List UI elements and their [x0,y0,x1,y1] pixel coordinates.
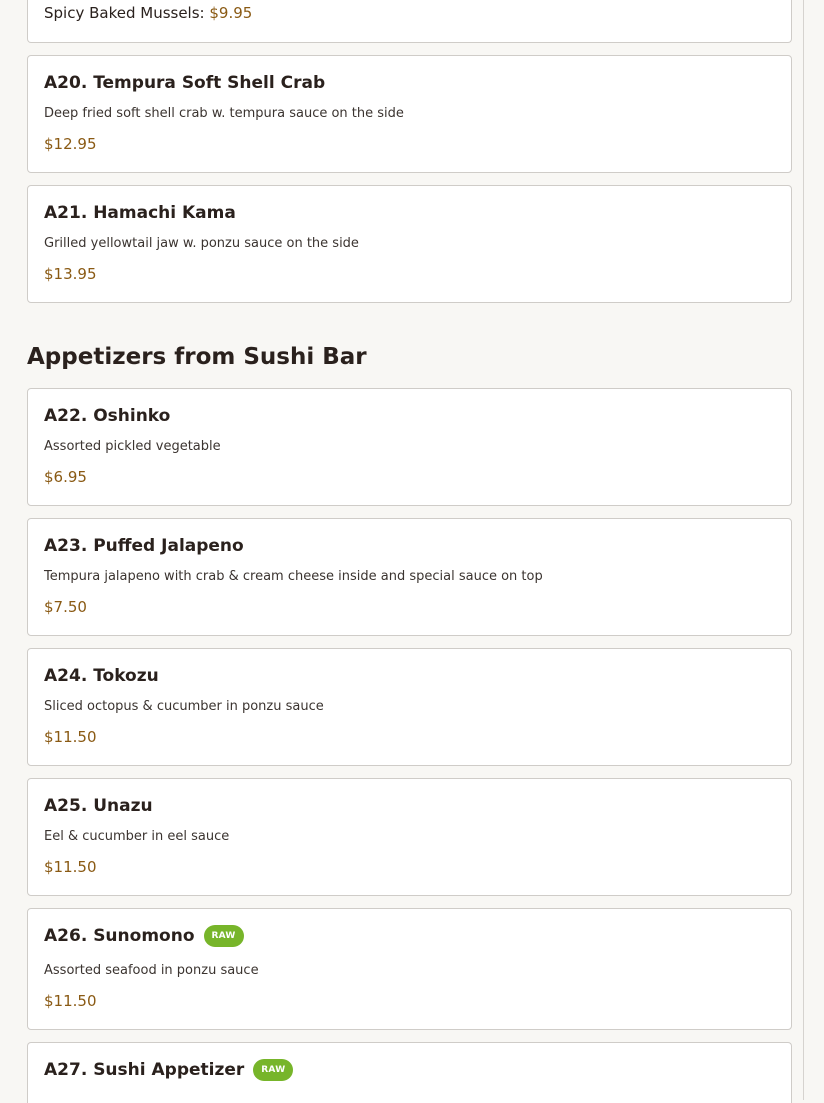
section-heading: Appetizers from Sushi Bar [27,344,367,370]
menu-item-card-spicy-baked-mussels[interactable]: Spicy Baked Mussels: $9.95 [27,0,792,43]
menu-item-title-row: A20. Tempura Soft Shell Crab [44,71,325,95]
menu-item-description: Sliced octopus & cucumber in ponzu sauce [44,699,324,714]
menu-item-description: Assorted seafood in ponzu sauce [44,963,259,978]
menu-item-price: $13.95 [44,265,97,283]
menu-item-card-a21[interactable]: A21. Hamachi Kama Grilled yellowtail jaw… [27,185,792,303]
menu-item-title: A23. Puffed Jalapeno [44,536,244,556]
menu-item-description: Assorted pickled vegetable [44,439,221,454]
menu-item-price: $6.95 [44,468,87,486]
menu-item-card-a25[interactable]: A25. Unazu Eel & cucumber in eel sauce $… [27,778,792,896]
menu-item-title-row: A27. Sushi Appetizer RAW [44,1058,294,1082]
raw-badge: RAW [253,1059,294,1081]
menu-item-price: $9.95 [209,4,253,22]
menu-item-title: A20. Tempura Soft Shell Crab [44,73,326,93]
menu-item-card-a22[interactable]: A22. Oshinko Assorted pickled vegetable … [27,388,792,506]
menu-item-price: $12.95 [44,135,97,153]
menu-item-card-a27[interactable]: A27. Sushi Appetizer RAW [27,1042,792,1103]
menu-item-title: A21. Hamachi Kama [44,203,236,223]
menu-item-title-row: A22. Oshinko [44,404,170,428]
menu-item-price: $11.50 [44,858,97,876]
menu-item-description: Grilled yellowtail jaw w. ponzu sauce on… [44,236,359,251]
scroll-rail [803,0,804,1100]
menu-item-title-row: A26. Sunomono RAW [44,924,244,948]
menu-item-top-line: Spicy Baked Mussels: $9.95 [44,3,252,23]
menu-item-description: Eel & cucumber in eel sauce [44,829,230,844]
menu-item-card-a26[interactable]: A26. Sunomono RAW Assorted seafood in po… [27,908,792,1030]
menu-item-description: Deep fried soft shell crab w. tempura sa… [44,106,404,121]
menu-item-title-row: A21. Hamachi Kama [44,201,236,225]
raw-badge: RAW [203,925,244,947]
menu-item-title: A27. Sushi Appetizer [44,1060,245,1080]
menu-item-price: $7.50 [44,598,87,616]
menu-item-price: $11.50 [44,992,97,1010]
menu-item-description: Tempura jalapeno with crab & cream chees… [44,569,543,584]
menu-item-name: Spicy Baked Mussels: [44,4,205,22]
menu-item-card-a20[interactable]: A20. Tempura Soft Shell Crab Deep fried … [27,55,792,173]
menu-item-title: A22. Oshinko [44,406,171,426]
menu-item-title: A24. Tokozu [44,666,159,686]
menu-item-title-row: A23. Puffed Jalapeno [44,534,244,558]
menu-item-title-row: A24. Tokozu [44,664,159,688]
menu-item-title: A26. Sunomono [44,926,195,946]
menu-item-card-a24[interactable]: A24. Tokozu Sliced octopus & cucumber in… [27,648,792,766]
menu-item-title: A25. Unazu [44,796,153,816]
menu-item-price: $11.50 [44,728,97,746]
menu-item-title-row: A25. Unazu [44,794,153,818]
menu-item-card-a23[interactable]: A23. Puffed Jalapeno Tempura jalapeno wi… [27,518,792,636]
